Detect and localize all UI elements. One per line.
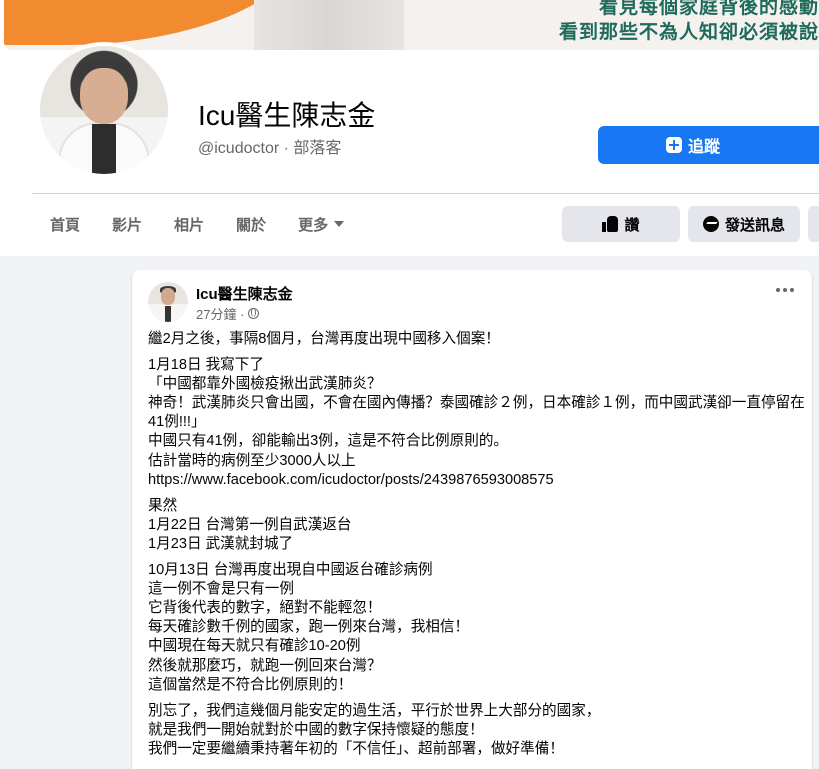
follow-label: 追蹤 xyxy=(687,139,720,156)
post-text: 繼2月之後，事隔8個月，台灣再度出現中國移入個案！ 1月18日 我寫下了 「中國… xyxy=(148,330,808,766)
post-line: 這個當然是不符合比例原則的！ xyxy=(148,676,353,693)
post-line: 它背後代表的數字，絕對不能輕忽！ xyxy=(148,600,382,617)
page-tabs: 首頁 影片 相片 關於 更多 xyxy=(34,206,360,242)
post-line: 1月23日 武漢就封城了 xyxy=(148,535,294,552)
tab-about[interactable]: 關於 xyxy=(220,206,282,242)
post-line: 這一例不會是只有一例 xyxy=(148,581,294,598)
like-page-button[interactable]: 讚 xyxy=(562,206,680,242)
cover-photo[interactable]: 看見每個家庭背後的感動 看到那些不為人知卻必須被說 xyxy=(4,0,819,50)
tab-videos[interactable]: 影片 xyxy=(96,206,158,242)
thumbs-up-icon xyxy=(602,216,619,232)
post-paragraph: 10月13日 台灣再度出現自中國返台確診病例 這一例不會是只有一例 它背後代表的… xyxy=(148,561,808,695)
post-line: 神奇！武漢肺炎只會出國，不會在國內傳播？泰國確診２例，日本確診１例，而中國武漢卻… xyxy=(148,395,805,431)
post-line: 果然 xyxy=(148,497,178,514)
globe-icon xyxy=(248,308,260,319)
post-paragraph: 別忘了，我們這幾個月能安定的過生活，平行於世界上大部分的國家， 就是我們一開始就… xyxy=(148,702,808,759)
more-dots-icon[interactable] xyxy=(776,288,794,292)
tab-home[interactable]: 首頁 xyxy=(34,206,96,242)
post-line: 「中國都靠外國檢疫揪出武漢肺炎？ xyxy=(148,376,382,393)
post-line: 每天確診數千例的國家，跑一例來台灣，我相信！ xyxy=(148,619,470,636)
profile-avatar[interactable] xyxy=(36,42,172,178)
tab-more[interactable]: 更多 xyxy=(282,206,360,242)
post-line: 然後就那麼巧，就跑一例回來台灣？ xyxy=(148,657,382,674)
post-author-name[interactable]: Icu醫生陳志金 xyxy=(196,283,293,304)
post-line: 1月22日 台灣第一例自武漢返台 xyxy=(148,516,352,533)
send-message-button[interactable]: 發送訊息 xyxy=(688,206,800,242)
post-meta: 27分鐘 · xyxy=(196,304,260,323)
post-paragraph: 1月18日 我寫下了 「中國都靠外國檢疫揪出武漢肺炎？ 神奇！武漢肺炎只會出國，… xyxy=(148,356,808,490)
cover-text-line-2: 看到那些不為人知卻必須被說 xyxy=(558,21,819,43)
post-link[interactable]: https://www.facebook.com/icudoctor/posts… xyxy=(148,471,808,490)
post-timestamp[interactable]: 27分鐘 · xyxy=(196,304,244,323)
post-line: 別忘了，我們這幾個月能安定的過生活，平行於世界上大部分的國家， xyxy=(148,702,601,719)
post-line: 我們一定要繼續秉持著年初的「不信任」、超前部署，做好準備！ xyxy=(148,740,564,757)
post-card: Icu醫生陳志金 27分鐘 · 繼2月之後，事隔8個月，台灣再度出現中國移入個案… xyxy=(132,270,812,769)
page-handle-category: @icudoctor · 部落客 xyxy=(198,140,342,157)
like-label: 讚 xyxy=(624,216,640,234)
cover-person-image xyxy=(254,0,404,50)
post-line: 1月18日 我寫下了 xyxy=(148,357,264,374)
post-line: 10月13日 台灣再度出現自中國返台確診病例 xyxy=(148,562,433,579)
tab-photos[interactable]: 相片 xyxy=(158,206,220,242)
post-author-avatar[interactable] xyxy=(148,282,188,322)
caret-down-icon xyxy=(334,221,345,227)
header-divider xyxy=(32,193,819,194)
post-line: 中國現在每天就只有確診10-20例 xyxy=(148,638,361,655)
message-label: 發送訊息 xyxy=(724,216,785,234)
post-line: 估計當時的病例至少3000人以上 xyxy=(148,452,356,469)
post-paragraph: 果然 1月22日 台灣第一例自武漢返台 1月23日 武漢就封城了 xyxy=(148,497,808,554)
post-line: 就是我們一開始就對於中國的數字保持懷疑的態度！ xyxy=(148,721,484,738)
more-actions-button[interactable] xyxy=(808,206,819,242)
plus-square-icon xyxy=(665,137,682,153)
post-paragraph: 繼2月之後，事隔8個月，台灣再度出現中國移入個案！ xyxy=(148,330,808,349)
messenger-icon xyxy=(702,216,719,232)
follow-button[interactable]: 追蹤 xyxy=(598,126,819,164)
post-line: 中國只有41例，卻能輸出3例，這是不符合比例原則的。 xyxy=(148,433,509,450)
page-header: 看見每個家庭背後的感動 看到那些不為人知卻必須被說 Icu醫生陳志金 @icud… xyxy=(0,0,819,256)
page-title: Icu醫生陳志金 xyxy=(198,100,376,131)
post-line: 繼2月之後，事隔8個月，台灣再度出現中國移入個案！ xyxy=(148,331,500,347)
